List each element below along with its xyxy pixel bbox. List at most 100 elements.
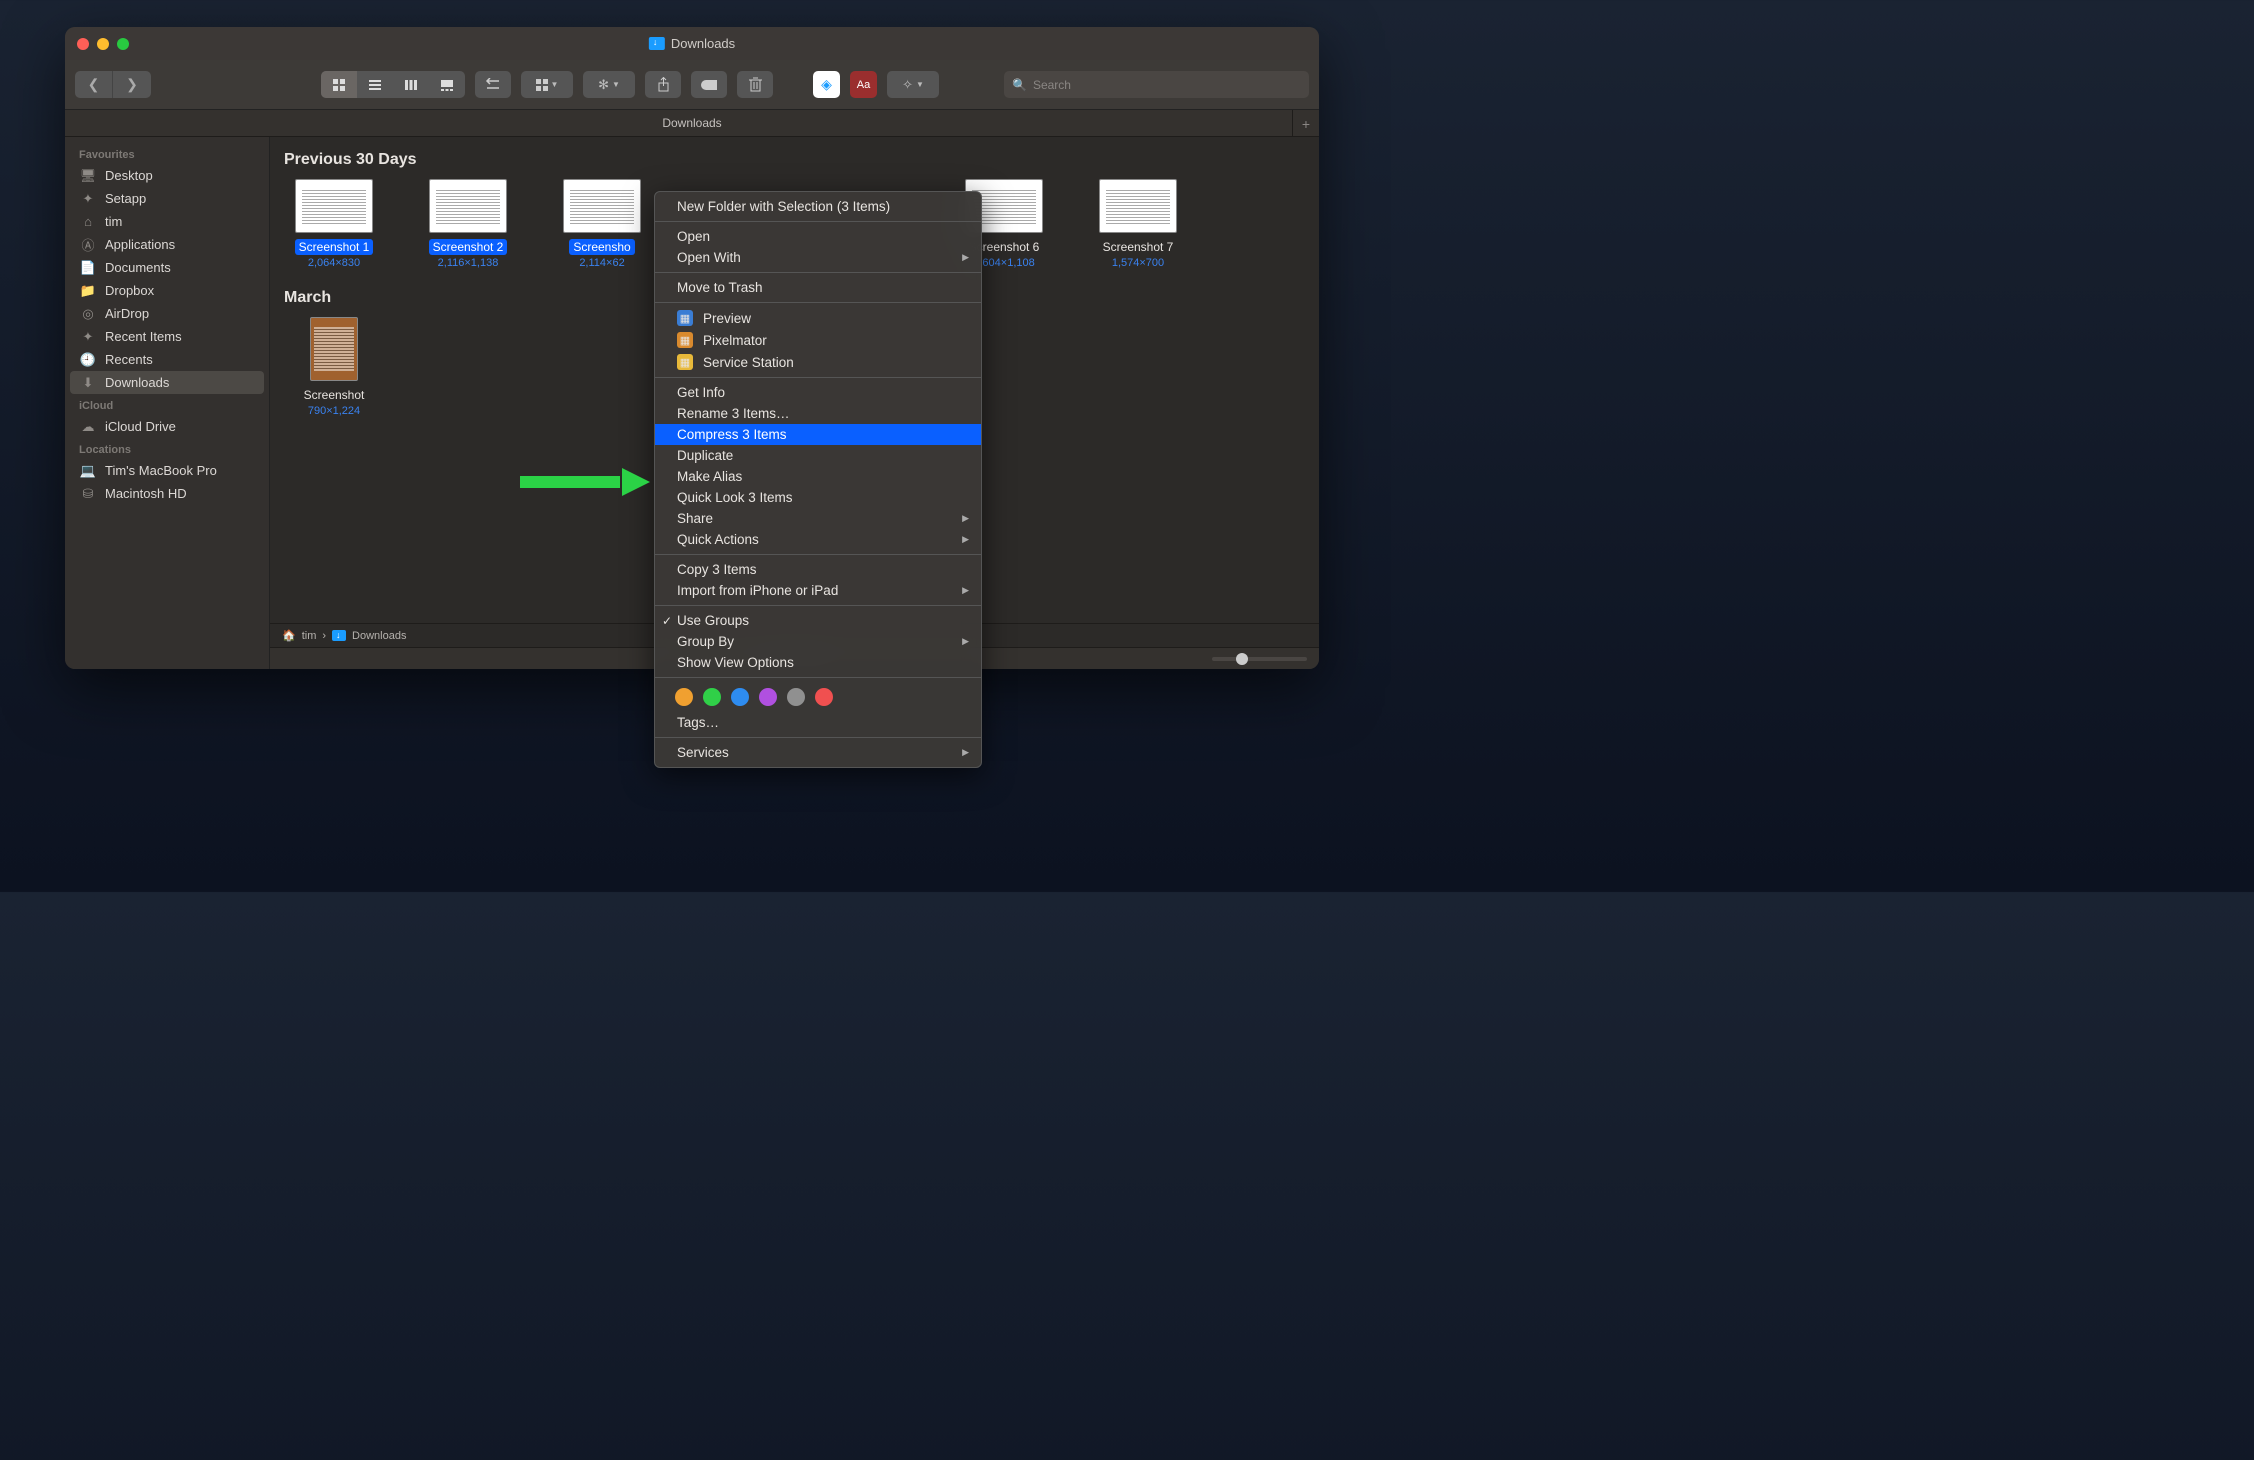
trash-button[interactable] bbox=[737, 71, 773, 98]
sidebar-item-downloads[interactable]: ⬇Downloads bbox=[70, 371, 264, 394]
menu-item-new-folder-with-selection-3-items[interactable]: New Folder with Selection (3 Items) bbox=[655, 196, 981, 217]
folder-icon bbox=[332, 630, 346, 641]
menu-item-show-view-options[interactable]: Show View Options bbox=[655, 652, 981, 673]
search-icon: 🔍 bbox=[1012, 78, 1027, 92]
tab-label[interactable]: Downloads bbox=[662, 116, 721, 130]
thumbnail bbox=[563, 179, 641, 233]
window-title: Downloads bbox=[649, 36, 735, 51]
group-header: Previous 30 Days bbox=[284, 151, 1305, 169]
menu-item-label: Rename 3 Items… bbox=[677, 406, 790, 421]
list-view-button[interactable] bbox=[357, 71, 393, 98]
group-button[interactable] bbox=[475, 71, 511, 98]
menu-item-make-alias[interactable]: Make Alias bbox=[655, 466, 981, 487]
file-item[interactable]: Screenshot 7 1,574×700 bbox=[1088, 179, 1188, 269]
menu-item-label: Show View Options bbox=[677, 655, 794, 670]
tag-button[interactable] bbox=[691, 71, 727, 98]
menu-item-pixelmator[interactable]: ▦Pixelmator bbox=[655, 329, 981, 351]
forward-button[interactable]: ❯ bbox=[113, 71, 151, 98]
path-folder[interactable]: Downloads bbox=[352, 630, 406, 642]
zoom-button[interactable] bbox=[117, 38, 129, 50]
sidebar-item-label: Recent Items bbox=[105, 329, 182, 344]
menu-tags-row bbox=[655, 682, 981, 712]
tag-color[interactable] bbox=[703, 688, 721, 706]
menu-item-quick-actions[interactable]: Quick Actions bbox=[655, 529, 981, 550]
doc-icon: 📄 bbox=[79, 260, 97, 275]
sidebar-item-airdrop[interactable]: ◎ AirDrop bbox=[65, 302, 269, 325]
search-field[interactable]: 🔍 Search bbox=[1004, 71, 1309, 98]
sidebar-item-desktop[interactable]: 🖥 Desktop bbox=[65, 164, 269, 187]
menu-item-open-with[interactable]: Open With bbox=[655, 247, 981, 268]
menu-item-tags[interactable]: Tags… bbox=[655, 712, 981, 733]
menu-item-get-info[interactable]: Get Info bbox=[655, 382, 981, 403]
nav-buttons: ❮ ❯ bbox=[75, 71, 151, 98]
menu-item-services[interactable]: Services bbox=[655, 742, 981, 763]
tag-color[interactable] bbox=[759, 688, 777, 706]
tag-color[interactable] bbox=[815, 688, 833, 706]
file-item[interactable]: Screenshot 1 2,064×830 bbox=[284, 179, 384, 269]
column-view-button[interactable] bbox=[393, 71, 429, 98]
menu-item-label: Duplicate bbox=[677, 448, 733, 463]
arrange-button[interactable]: ▼ bbox=[521, 71, 573, 98]
sidebar-item-tim[interactable]: ⌂tim bbox=[65, 210, 269, 233]
dropbox-button[interactable]: ✧ ▼ bbox=[887, 71, 939, 98]
menu-item-use-groups[interactable]: Use Groups bbox=[655, 610, 981, 631]
disk-icon: ⛁ bbox=[79, 486, 97, 501]
sidebar-item-label: AirDrop bbox=[105, 306, 149, 321]
sidebar-item-icloud-drive[interactable]: ☁iCloud Drive bbox=[65, 415, 269, 438]
menu-item-rename-3-items[interactable]: Rename 3 Items… bbox=[655, 403, 981, 424]
new-tab-button[interactable]: + bbox=[1292, 110, 1319, 137]
sidebar-item-macintosh-hd[interactable]: ⛁Macintosh HD bbox=[65, 482, 269, 505]
sidebar-item-setapp[interactable]: ✦Setapp bbox=[65, 187, 269, 210]
sidebar-item-label: Desktop bbox=[105, 168, 153, 183]
sidebar-item-dropbox[interactable]: 📁Dropbox bbox=[65, 279, 269, 302]
menu-item-share[interactable]: Share bbox=[655, 508, 981, 529]
menu-item-copy-3-items[interactable]: Copy 3 Items bbox=[655, 559, 981, 580]
menu-item-quick-look-3-items[interactable]: Quick Look 3 Items bbox=[655, 487, 981, 508]
tag-color[interactable] bbox=[787, 688, 805, 706]
menu-item-label: Import from iPhone or iPad bbox=[677, 583, 838, 598]
sidebar-item-label: Recents bbox=[105, 352, 153, 367]
sidebar-item-recents[interactable]: 🕘Recents bbox=[65, 348, 269, 371]
tag-color[interactable] bbox=[731, 688, 749, 706]
file-item[interactable]: Screensho 2,114×62 bbox=[552, 179, 652, 269]
menu-item-open[interactable]: Open bbox=[655, 226, 981, 247]
menu-item-label: Share bbox=[677, 511, 713, 526]
menu-item-label: Open With bbox=[677, 250, 741, 265]
tab-bar: Downloads + bbox=[65, 110, 1319, 137]
file-item[interactable]: Screenshot 790×1,224 bbox=[284, 317, 384, 417]
zoom-slider[interactable] bbox=[1212, 657, 1307, 661]
tag-color[interactable] bbox=[675, 688, 693, 706]
back-button[interactable]: ❮ bbox=[75, 71, 113, 98]
sidebar-section-header: Favourites bbox=[65, 143, 269, 164]
menu-item-service-station[interactable]: ▦Service Station bbox=[655, 351, 981, 373]
menu-item-compress-3-items[interactable]: Compress 3 Items bbox=[655, 424, 981, 445]
airdrop-icon: ◎ bbox=[79, 306, 97, 321]
menu-separator bbox=[655, 302, 981, 303]
path-user[interactable]: tim bbox=[302, 630, 317, 642]
sidebar-item-documents[interactable]: 📄Documents bbox=[65, 256, 269, 279]
menu-item-label: Get Info bbox=[677, 385, 725, 400]
sidebar-item-tim-s-macbook-pro[interactable]: 💻Tim's MacBook Pro bbox=[65, 459, 269, 482]
sidebar-section-header: iCloud bbox=[65, 394, 269, 415]
thumbnail bbox=[295, 179, 373, 233]
app-icon-dictionary[interactable]: Aa bbox=[850, 71, 877, 98]
apps-icon: Ⓐ bbox=[79, 237, 97, 252]
menu-item-move-to-trash[interactable]: Move to Trash bbox=[655, 277, 981, 298]
menu-item-group-by[interactable]: Group By bbox=[655, 631, 981, 652]
sidebar-item-recent-items[interactable]: ✦Recent Items bbox=[65, 325, 269, 348]
menu-item-preview[interactable]: ▦Preview bbox=[655, 307, 981, 329]
minimize-button[interactable] bbox=[97, 38, 109, 50]
app-icon-1[interactable]: ◈ bbox=[813, 71, 840, 98]
menu-item-label: New Folder with Selection (3 Items) bbox=[677, 199, 890, 214]
file-dimensions: 1,604×1,108 bbox=[973, 257, 1034, 269]
menu-item-import-from-iphone-or-ipad[interactable]: Import from iPhone or iPad bbox=[655, 580, 981, 601]
icon-view-button[interactable] bbox=[321, 71, 357, 98]
action-button[interactable]: ✻ ▼ bbox=[583, 71, 635, 98]
gallery-view-button[interactable] bbox=[429, 71, 465, 98]
sidebar-item-applications[interactable]: ⒶApplications bbox=[65, 233, 269, 256]
close-button[interactable] bbox=[77, 38, 89, 50]
share-button[interactable] bbox=[645, 71, 681, 98]
desktop-icon: 🖥 bbox=[79, 168, 97, 183]
menu-item-duplicate[interactable]: Duplicate bbox=[655, 445, 981, 466]
file-item[interactable]: Screenshot 2 2,116×1,138 bbox=[418, 179, 518, 269]
